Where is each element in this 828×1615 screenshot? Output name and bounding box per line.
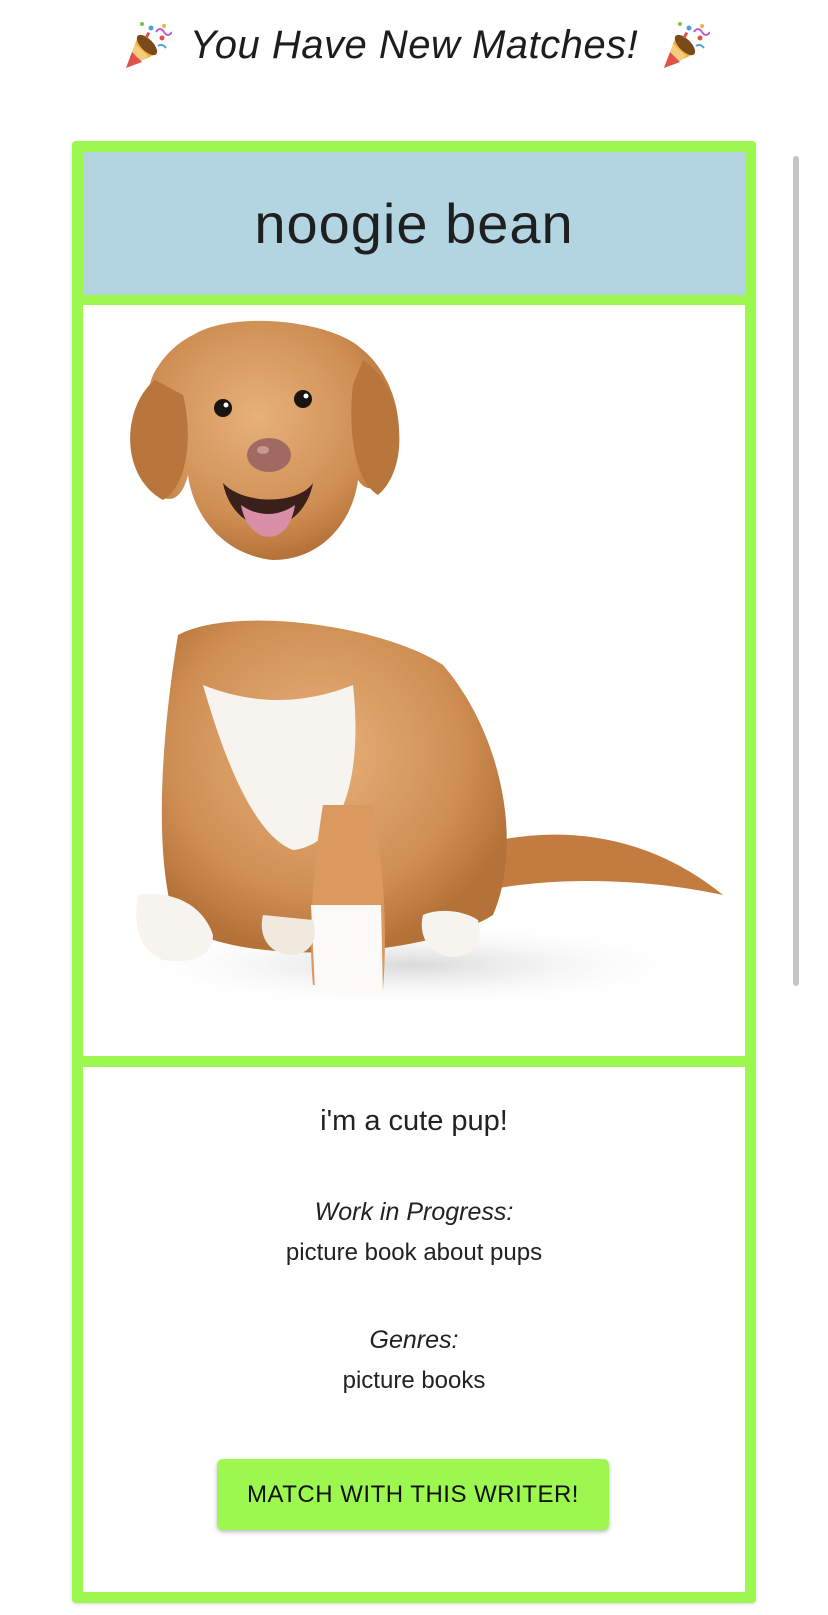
work-in-progress-label: Work in Progress: [314, 1198, 514, 1226]
matches-page: You Have New Matches! noogie bean i'm a … [0, 0, 828, 1615]
writer-info-panel: i'm a cute pup! Work in Progress: pictur… [83, 1067, 745, 1592]
writer-bio: i'm a cute pup! [320, 1105, 508, 1137]
dog-photo [113, 320, 723, 1010]
party-popper-icon [656, 18, 711, 72]
vertical-scrollbar[interactable] [791, 150, 803, 990]
work-in-progress-value: picture book about pups [285, 1239, 543, 1266]
party-popper-icon [118, 18, 172, 72]
match-card: noogie bean i'm a cute pup! Work in Prog… [72, 141, 756, 1603]
writer-name: noogie bean [254, 192, 574, 255]
writer-photo [83, 305, 745, 1056]
genres-label: Genres: [369, 1326, 459, 1354]
genres-value: picture books [342, 1367, 486, 1394]
scrollbar-thumb[interactable] [793, 156, 799, 986]
page-header: You Have New Matches! [0, 8, 828, 82]
match-with-writer-button[interactable]: MATCH WITH THIS WRITER! [217, 1459, 609, 1530]
page-title: You Have New Matches! [189, 22, 639, 67]
writer-name-panel: noogie bean [83, 152, 745, 295]
